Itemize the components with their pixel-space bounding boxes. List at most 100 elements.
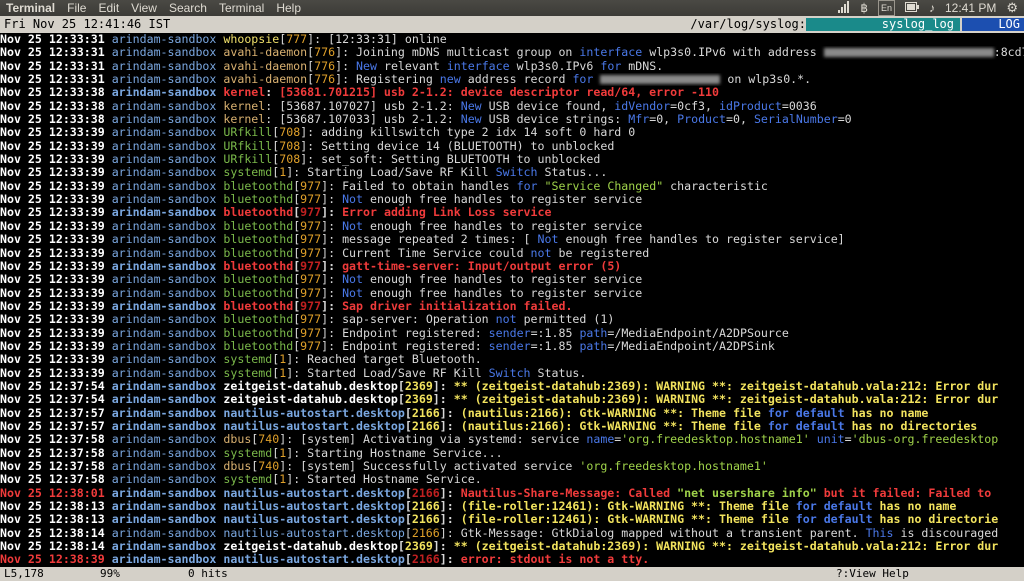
log-timestamp: Nov 25 12:33:39 bbox=[0, 313, 105, 327]
log-message-part: Current Time Service could bbox=[342, 246, 531, 260]
log-host: arindam-sandbox bbox=[111, 433, 217, 447]
log-view[interactable]: Nov 25 12:33:31 arindam-sandbox whoopsie… bbox=[0, 33, 1024, 567]
log-message-part: Endpoint registered: bbox=[342, 326, 489, 340]
gear-icon[interactable]: ⚙ bbox=[1006, 1, 1018, 15]
log-process: bluetoothd bbox=[223, 286, 294, 300]
log-line[interactable]: Nov 25 12:33:39 arindam-sandbox bluetoot… bbox=[0, 260, 1024, 273]
volume-icon[interactable]: ♪ bbox=[929, 1, 935, 15]
log-line[interactable]: Nov 25 12:38:01 arindam-sandbox nautilus… bbox=[0, 487, 1024, 500]
log-line[interactable]: Nov 25 12:33:39 arindam-sandbox bluetoot… bbox=[0, 313, 1024, 326]
log-line[interactable]: Nov 25 12:33:39 arindam-sandbox systemd[… bbox=[0, 353, 1024, 366]
log-message-part: Starting Hostname Service... bbox=[307, 446, 503, 460]
log-process: bluetoothd bbox=[223, 219, 294, 233]
log-line[interactable]: Nov 25 12:33:39 arindam-sandbox systemd[… bbox=[0, 367, 1024, 380]
log-line[interactable]: Nov 25 12:37:58 arindam-sandbox systemd[… bbox=[0, 447, 1024, 460]
log-line[interactable]: Nov 25 12:33:39 arindam-sandbox URfkill[… bbox=[0, 140, 1024, 153]
log-line[interactable]: Nov 25 12:38:14 arindam-sandbox nautilus… bbox=[0, 527, 1024, 540]
log-line[interactable]: Nov 25 12:33:39 arindam-sandbox bluetoot… bbox=[0, 180, 1024, 193]
menu-search[interactable]: Search bbox=[169, 1, 207, 15]
log-line[interactable]: Nov 25 12:33:39 arindam-sandbox bluetoot… bbox=[0, 287, 1024, 300]
menu-file[interactable]: File bbox=[67, 1, 86, 15]
log-line[interactable]: Nov 25 12:33:39 arindam-sandbox URfkill[… bbox=[0, 126, 1024, 139]
log-host: arindam-sandbox bbox=[111, 153, 217, 167]
log-message-part: characteristic bbox=[663, 179, 768, 193]
log-host: arindam-sandbox bbox=[111, 460, 217, 473]
log-timestamp: Nov 25 12:33:39 bbox=[0, 219, 105, 233]
log-message-part: Starting Load/Save RF Kill bbox=[307, 166, 496, 180]
log-line[interactable]: Nov 25 12:37:54 arindam-sandbox zeitgeis… bbox=[0, 393, 1024, 406]
log-host: arindam-sandbox bbox=[111, 179, 217, 193]
menu-app-terminal[interactable]: Terminal bbox=[6, 1, 55, 15]
log-process: kernel bbox=[223, 113, 266, 127]
log-sep: : bbox=[328, 313, 343, 327]
log-line[interactable]: Nov 25 12:33:31 arindam-sandbox avahi-da… bbox=[0, 73, 1024, 86]
log-line[interactable]: Nov 25 12:33:39 arindam-sandbox bluetoot… bbox=[0, 247, 1024, 260]
log-host: arindam-sandbox bbox=[111, 339, 217, 353]
log-process: avahi-daemon bbox=[223, 73, 308, 87]
log-line[interactable]: Nov 25 12:33:31 arindam-sandbox avahi-da… bbox=[0, 60, 1024, 73]
log-line[interactable]: Nov 25 12:33:31 arindam-sandbox whoopsie… bbox=[0, 33, 1024, 46]
log-process: systemd bbox=[223, 353, 273, 367]
log-line[interactable]: Nov 25 12:33:38 arindam-sandbox kernel: … bbox=[0, 113, 1024, 126]
log-line[interactable]: Nov 25 12:38:14 arindam-sandbox zeitgeis… bbox=[0, 540, 1024, 553]
log-line[interactable]: Nov 25 12:33:39 arindam-sandbox bluetoot… bbox=[0, 273, 1024, 286]
log-line[interactable]: Nov 25 12:33:39 arindam-sandbox bluetoot… bbox=[0, 206, 1024, 219]
log-message-part: Not bbox=[537, 233, 559, 247]
log-message-part: Switch bbox=[488, 366, 531, 380]
log-sep: : bbox=[293, 473, 308, 487]
log-timestamp: Nov 25 12:33:39 bbox=[0, 326, 105, 340]
log-line[interactable]: Nov 25 12:37:58 arindam-sandbox systemd[… bbox=[0, 473, 1024, 486]
log-pid: 2166 bbox=[411, 500, 440, 514]
log-line[interactable]: Nov 25 12:33:39 arindam-sandbox URfkill[… bbox=[0, 153, 1024, 166]
log-line[interactable]: Nov 25 12:37:58 arindam-sandbox dbus[740… bbox=[0, 460, 1024, 473]
menu-help[interactable]: Help bbox=[276, 1, 301, 15]
log-sep: : bbox=[446, 486, 461, 500]
log-line[interactable]: Nov 25 12:33:39 arindam-sandbox bluetoot… bbox=[0, 233, 1024, 246]
log-message-part: Error adding Link Loss service bbox=[342, 206, 552, 220]
bluetooth-icon[interactable]: ฿ bbox=[860, 1, 868, 15]
log-line[interactable]: Nov 25 12:37:58 arindam-sandbox dbus[740… bbox=[0, 433, 1024, 446]
log-pid: 740 bbox=[258, 460, 280, 473]
log-line[interactable]: Nov 25 12:33:39 arindam-sandbox bluetoot… bbox=[0, 193, 1024, 206]
line-position: L5,178 bbox=[4, 567, 44, 580]
log-line[interactable]: Nov 25 12:33:39 arindam-sandbox bluetoot… bbox=[0, 220, 1024, 233]
log-message-part: not bbox=[530, 246, 552, 260]
menu-terminal[interactable]: Terminal bbox=[219, 1, 264, 15]
keyboard-layout-indicator[interactable]: En bbox=[877, 0, 895, 16]
log-message-part: Failed to obtain handles bbox=[342, 179, 517, 193]
log-message-part: (nautilus:2166): Gtk-WARNING **: Theme f… bbox=[460, 406, 768, 420]
log-message-part bbox=[817, 513, 824, 526]
log-process: bluetoothd bbox=[223, 313, 294, 327]
log-line[interactable]: Nov 25 12:33:31 arindam-sandbox avahi-da… bbox=[0, 46, 1024, 59]
lnav-top-bar: Fri Nov 25 12:41:46 IST /var/log/syslog:… bbox=[0, 16, 1024, 33]
log-line[interactable]: Nov 25 12:37:54 arindam-sandbox zeitgeis… bbox=[0, 380, 1024, 393]
log-line[interactable]: Nov 25 12:38:39 arindam-sandbox nautilus… bbox=[0, 553, 1024, 566]
clock[interactable]: 12:41 PM bbox=[945, 1, 996, 15]
log-timestamp: Nov 25 12:33:39 bbox=[0, 126, 105, 140]
log-line[interactable]: Nov 25 12:33:39 arindam-sandbox bluetoot… bbox=[0, 340, 1024, 353]
menu-edit[interactable]: Edit bbox=[98, 1, 119, 15]
log-message-part: This bbox=[865, 526, 894, 540]
log-line[interactable]: Nov 25 12:33:38 arindam-sandbox kernel: … bbox=[0, 86, 1024, 99]
log-timestamp: Nov 25 12:33:39 bbox=[0, 353, 105, 367]
log-sep: : bbox=[293, 166, 308, 180]
log-pid: 740 bbox=[258, 433, 280, 447]
log-line[interactable]: Nov 25 12:33:39 arindam-sandbox bluetoot… bbox=[0, 300, 1024, 313]
log-line[interactable]: Nov 25 12:38:13 arindam-sandbox nautilus… bbox=[0, 513, 1024, 526]
log-message-part: "Service Changed" bbox=[544, 179, 664, 193]
log-pid: 977 bbox=[300, 313, 322, 327]
log-line[interactable]: Nov 25 12:38:13 arindam-sandbox nautilus… bbox=[0, 500, 1024, 513]
log-line[interactable]: Nov 25 12:37:57 arindam-sandbox nautilus… bbox=[0, 407, 1024, 420]
network-icon[interactable] bbox=[838, 0, 850, 16]
log-timestamp: Nov 25 12:33:39 bbox=[0, 179, 105, 193]
log-bracket: ] bbox=[335, 46, 343, 60]
battery-icon[interactable] bbox=[904, 1, 919, 15]
log-line[interactable]: Nov 25 12:33:39 arindam-sandbox bluetoot… bbox=[0, 327, 1024, 340]
log-process: bluetoothd bbox=[223, 233, 294, 247]
log-host: arindam-sandbox bbox=[111, 73, 217, 87]
log-timestamp: Nov 25 12:37:58 bbox=[0, 460, 105, 473]
log-line[interactable]: Nov 25 12:37:57 arindam-sandbox nautilus… bbox=[0, 420, 1024, 433]
log-line[interactable]: Nov 25 12:33:38 arindam-sandbox kernel: … bbox=[0, 100, 1024, 113]
menu-view[interactable]: View bbox=[131, 1, 157, 15]
log-line[interactable]: Nov 25 12:33:39 arindam-sandbox systemd[… bbox=[0, 166, 1024, 179]
